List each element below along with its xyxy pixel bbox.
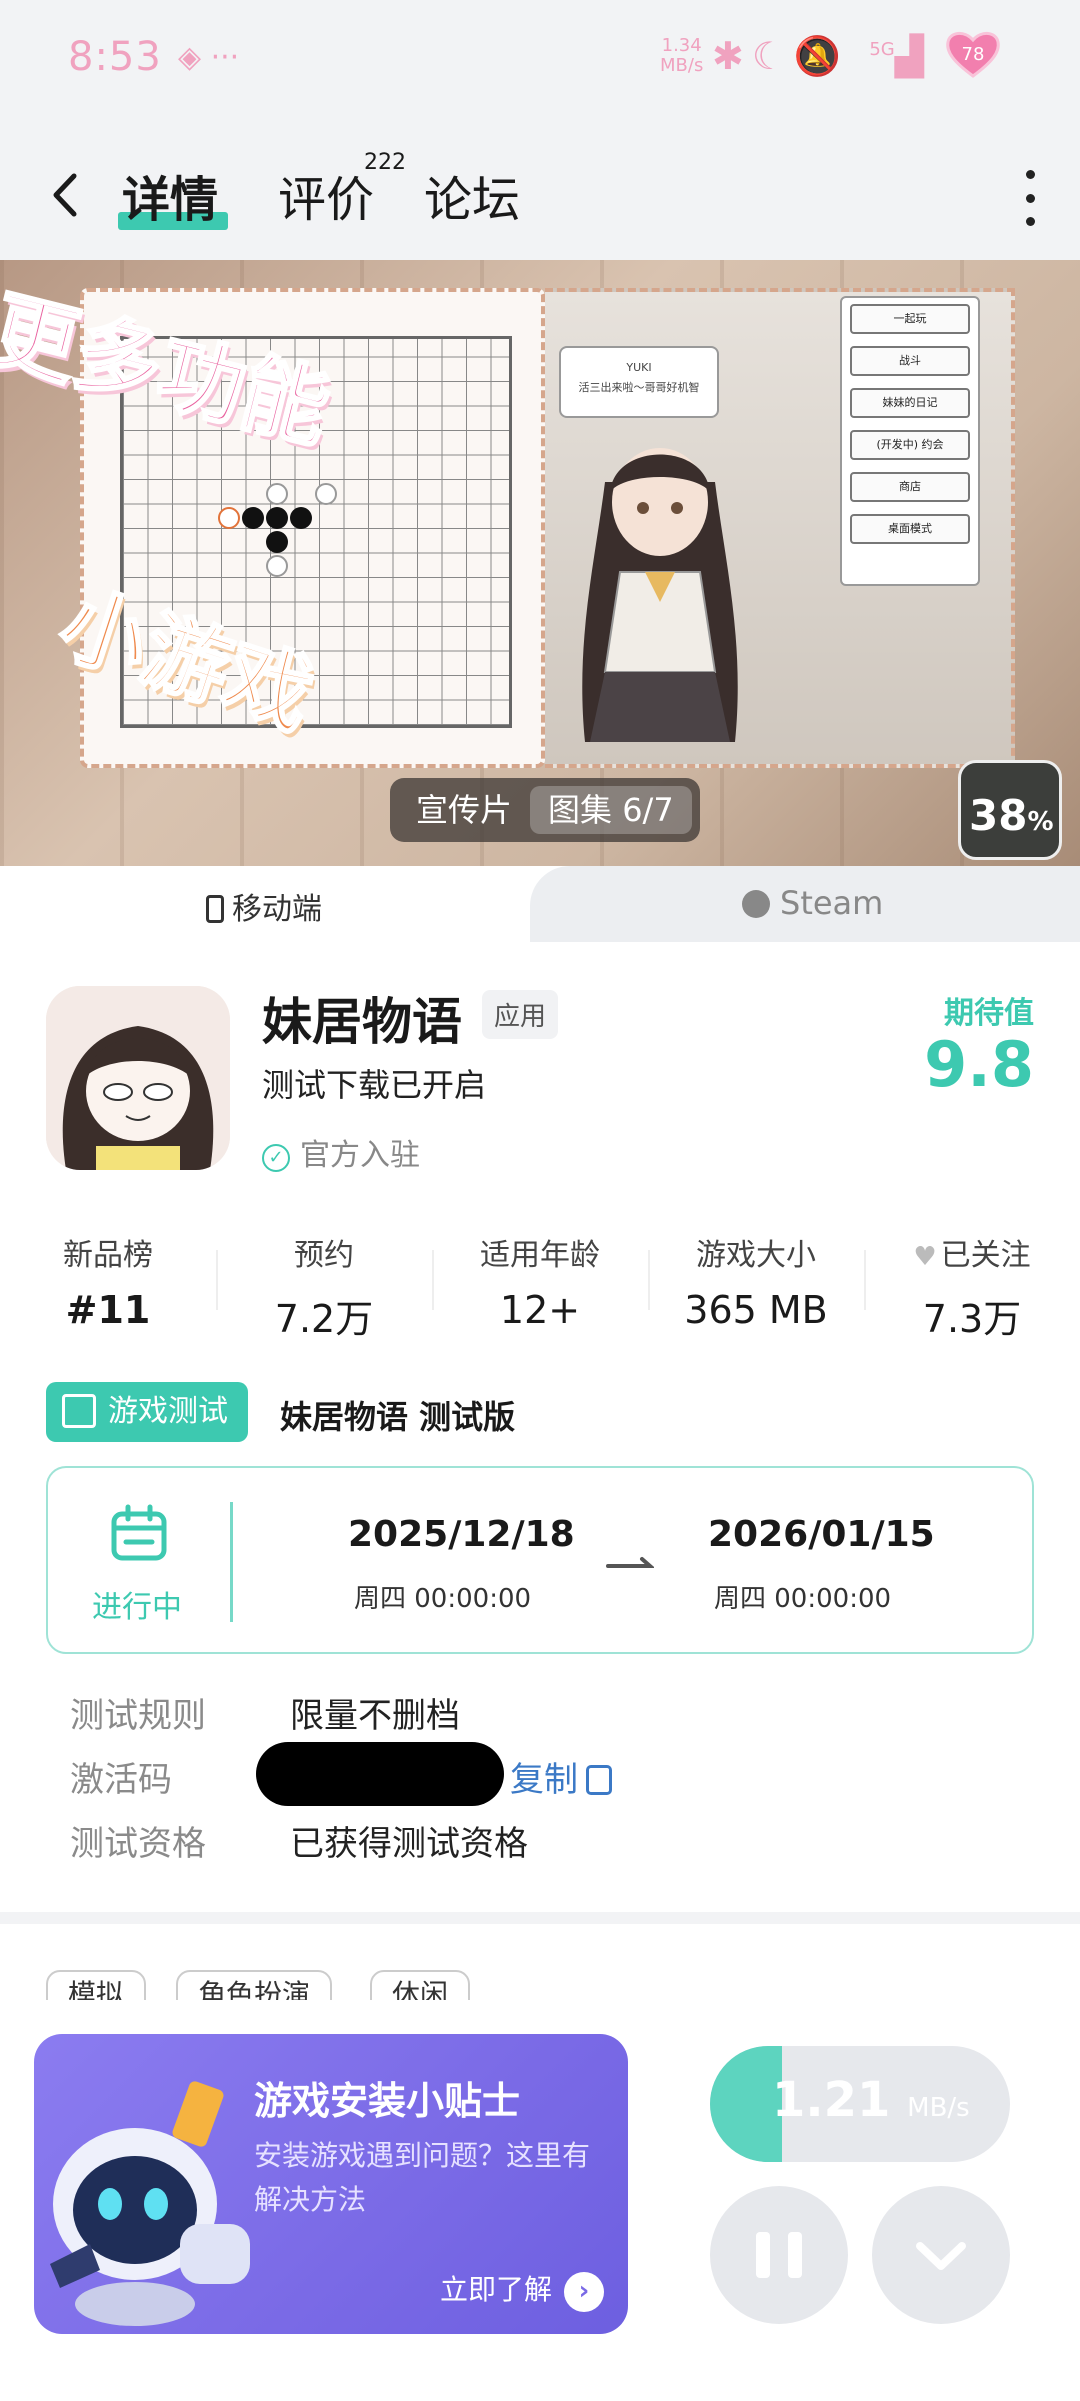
menu-item: 桌面模式 — [850, 514, 970, 544]
floating-progress-widget[interactable]: 38% — [958, 760, 1062, 860]
tips-title: 游戏安装小贴士 — [254, 2079, 521, 2123]
platform-tab-mobile[interactable]: 移动端 — [206, 884, 322, 928]
tab-reviews[interactable]: 评价 — [278, 160, 374, 230]
game-test-badge: 游戏测试 — [46, 1382, 248, 1442]
net-speed-unit: MB/s — [660, 55, 704, 76]
app-subtitle: 测试下载已开启 — [262, 1066, 487, 1104]
signal-icon: ▟ — [894, 34, 932, 78]
character-screenshot: YUKI 活三出来啦～哥哥好机智 一起玩 战斗 妹妹的日记 (开发中) 约会 商… — [545, 288, 1015, 768]
chevron-right-icon: › — [564, 2272, 604, 2312]
back-icon[interactable] — [40, 160, 96, 230]
test-start-time: 周四 00:00:00 — [354, 1584, 532, 1614]
speech-bubble: YUKI 活三出来啦～哥哥好机智 — [559, 346, 719, 418]
game-info-card: 妹居物语 应用 测试下载已开启 ✓ 官方入驻 期待值 9.8 新品榜 #11 预约… — [0, 942, 1080, 1912]
download-speed: 1.21 MB/s — [772, 2072, 970, 2128]
status-system-icons: ✱☾🔕 5G▟ — [712, 34, 932, 79]
status-notification-icons: ◈ ··· — [178, 40, 240, 75]
test-rule-row: 测试规则 限量不删档 — [70, 1696, 460, 1736]
pause-download-button[interactable] — [710, 2186, 848, 2324]
platform-tab-steam[interactable]: Steam — [742, 884, 883, 922]
app-name: 妹居物语 — [262, 993, 462, 1051]
stat-new-rank[interactable]: 新品榜 #11 — [0, 1228, 216, 1338]
robot-mascot-icon — [50, 2081, 250, 2326]
test-end-date: 2026/01/15 — [708, 1514, 935, 1555]
signal-label: 5G — [869, 39, 895, 60]
battery-icon: 78 — [946, 32, 1000, 78]
net-speed-value: 1.34 — [661, 35, 702, 56]
tab-details[interactable]: 详情 — [122, 160, 218, 230]
verified-check-icon: ✓ — [262, 1144, 290, 1172]
reviews-count-badge: 222 — [364, 150, 406, 175]
arrow-right-icon — [606, 1557, 654, 1568]
moon-icon: ☾ — [751, 34, 794, 78]
download-options-button[interactable] — [872, 2186, 1010, 2324]
stat-reservations: 预约 7.2万 — [216, 1228, 432, 1341]
floating-progress-unit: % — [1027, 807, 1054, 837]
floating-progress-value: 38 — [969, 791, 1028, 840]
test-schedule-card: 进行中 2025/12/18 周四 00:00:00 2026/01/15 周四… — [46, 1466, 1034, 1654]
heart-icon: ♥ — [913, 1242, 937, 1272]
mute-icon: 🔕 — [793, 34, 850, 78]
menu-item: 妹妹的日记 — [850, 388, 970, 418]
bluetooth-icon: ✱ — [712, 34, 752, 78]
character-illustration — [582, 448, 738, 742]
test-end-time: 周四 00:00:00 — [714, 1584, 892, 1614]
copy-icon — [586, 1765, 612, 1795]
calendar-icon — [111, 1504, 167, 1561]
tips-description: 安装游戏遇到问题？这里有解决方法 — [254, 2139, 591, 2216]
official-badge[interactable]: ✓ 官方入驻 — [262, 1130, 420, 1174]
learn-more-link[interactable]: 立即了解 › — [440, 2268, 604, 2312]
pause-icon — [756, 2232, 770, 2278]
stat-game-size: 游戏大小 365 MB — [648, 1228, 864, 1338]
test-icon — [62, 1394, 96, 1428]
speech-speaker: YUKI — [626, 361, 652, 374]
status-bar: 8:53 ◈ ··· 1.34 MB/s ✱☾🔕 5G▟ 78 — [0, 0, 1080, 120]
hero-media-switcher: 宣传片 图集 6/7 — [390, 778, 700, 842]
speech-text: 活三出来啦～哥哥好机智 — [578, 381, 700, 394]
lower-section: 模拟 角色扮演 休闲 游戏安装小贴士 安装游戏遇到问题？这里有解决方法 立即了解… — [0, 1924, 1080, 2401]
test-eligibility-row: 测试资格 已获得测试资格 — [70, 1824, 528, 1864]
hero-gallery[interactable]: 更多功能 小游戏 YUKI 活三出来啦～哥哥好机智 一起玩 战斗 妹妹的日记 (… — [0, 260, 1080, 866]
phone-icon — [206, 895, 224, 923]
expectation-score: 9.8 — [924, 1028, 1034, 1101]
steam-icon — [742, 890, 770, 918]
battery-level: 78 — [962, 44, 985, 65]
stat-age-rating[interactable]: 适用年龄 12+ — [432, 1228, 648, 1338]
activation-code-redacted — [256, 1742, 504, 1806]
app-type-tag: 应用 — [482, 990, 559, 1039]
platform-tabs: 移动端 Steam — [0, 866, 1080, 942]
expectation-label: 期待值 — [944, 996, 1034, 1031]
menu-item: (开发中) 约会 — [850, 430, 970, 460]
top-nav: 详情 评价 222 论坛 — [0, 120, 1080, 260]
stats-row: 新品榜 #11 预约 7.2万 适用年龄 12+ 游戏大小 365 MB ♥ 已关… — [0, 1228, 1080, 1341]
app-icon[interactable] — [46, 986, 230, 1170]
copy-code-button[interactable]: 复制 — [510, 1752, 612, 1801]
menu-item: 战斗 — [850, 346, 970, 376]
status-net-speed: 1.34 MB/s — [660, 36, 703, 76]
install-tips-card[interactable]: 游戏安装小贴士 安装游戏遇到问题？这里有解决方法 立即了解 › — [34, 2034, 628, 2334]
stat-follow[interactable]: ♥ 已关注 7.3万 — [864, 1228, 1080, 1341]
menu-item: 一起玩 — [850, 304, 970, 334]
menu-item: 商店 — [850, 472, 970, 502]
chevron-down-icon — [916, 2242, 966, 2270]
tab-forum[interactable]: 论坛 — [424, 160, 520, 230]
test-status: 进行中 — [92, 1590, 182, 1625]
in-game-menu: 一起玩 战斗 妹妹的日记 (开发中) 约会 商店 桌面模式 — [840, 296, 980, 586]
status-time: 8:53 — [68, 34, 162, 80]
more-options-icon[interactable] — [1018, 170, 1042, 226]
test-start-date: 2025/12/18 — [348, 1514, 575, 1555]
gallery-button[interactable]: 图集 6/7 — [530, 786, 692, 834]
test-version-name: 妹居物语 测试版 — [280, 1398, 516, 1436]
trailer-button[interactable]: 宣传片 — [398, 786, 530, 834]
download-progress-bar[interactable]: 1.21 MB/s — [710, 2046, 1010, 2162]
